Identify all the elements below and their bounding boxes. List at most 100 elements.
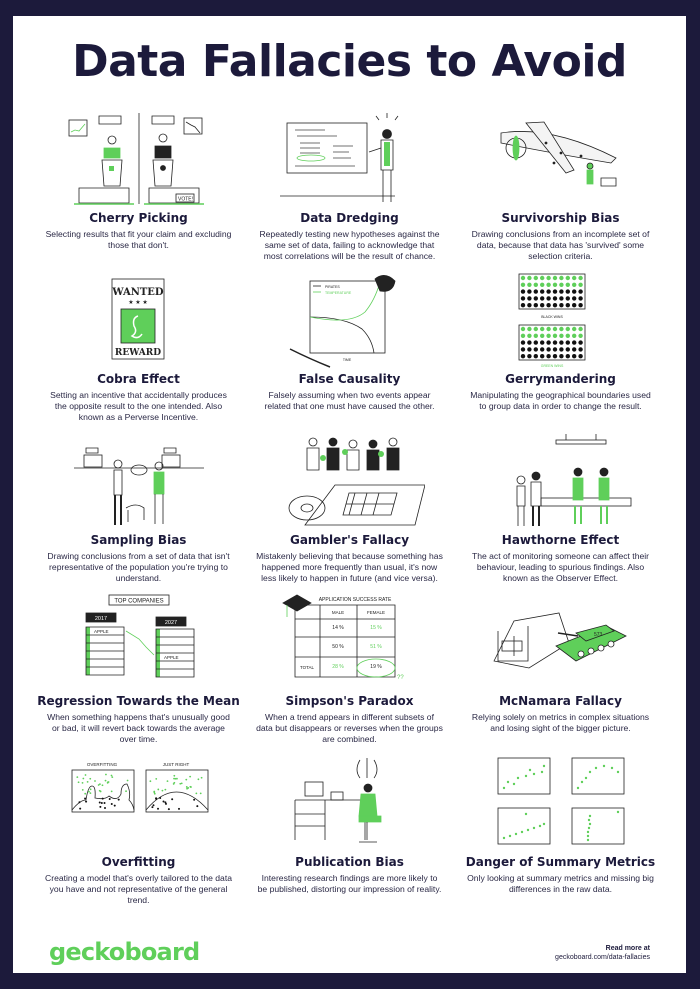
fallacy-title: Overfitting bbox=[101, 855, 176, 869]
male-subject1-rate: 14 % bbox=[332, 625, 344, 631]
district-dot bbox=[539, 340, 544, 345]
male-subject2-rate: 50 % bbox=[332, 644, 344, 650]
application-success-table-illustration: APPLICATION SUCCESS RATE MALE FEMALE TOT… bbox=[275, 591, 425, 691]
data-point bbox=[156, 788, 159, 791]
scatter-point bbox=[532, 826, 535, 830]
scatter-point bbox=[610, 766, 613, 770]
fallacy-card-hawthorne-effect: Hawthorne Effect The act of monitoring s… bbox=[455, 426, 666, 587]
data-point bbox=[101, 784, 103, 787]
district-dot bbox=[552, 296, 557, 301]
fallacy-description: Selecting results that fit your claim an… bbox=[45, 229, 232, 250]
data-point bbox=[184, 778, 187, 781]
district-dot bbox=[571, 326, 576, 332]
poster-frame: Data Fallacies to Avoid VOTE! Cherry Pic… bbox=[13, 16, 686, 973]
data-point bbox=[154, 797, 157, 800]
overfitting-label: OVERFITTING bbox=[86, 762, 117, 767]
data-point bbox=[83, 797, 86, 800]
data-point bbox=[194, 792, 197, 795]
scatter-point bbox=[542, 822, 545, 826]
district-dot bbox=[533, 333, 538, 338]
scatter-point bbox=[506, 780, 509, 784]
fallacy-title: Gambler's Fallacy bbox=[289, 533, 410, 547]
fallacy-description: When something happens that's unusually … bbox=[47, 712, 230, 744]
district-dot bbox=[571, 275, 576, 281]
scatter-point bbox=[528, 768, 531, 772]
total-row-label: TOTAL bbox=[299, 665, 314, 670]
fallacy-card-gerrymandering: BLACK WINS GREEN WINS Gerrymandering Man… bbox=[455, 265, 666, 426]
data-point bbox=[110, 802, 113, 805]
district-dot bbox=[565, 296, 570, 301]
fallacy-description: Falsely assuming when two events appear … bbox=[264, 390, 435, 411]
scatter-point bbox=[512, 782, 515, 786]
data-point bbox=[104, 773, 107, 776]
district-dot bbox=[539, 303, 544, 308]
data-point bbox=[81, 781, 83, 784]
district-dot bbox=[533, 326, 538, 332]
data-point bbox=[167, 808, 170, 811]
fallacy-description: Drawing conclusions from an incomplete s… bbox=[471, 229, 650, 261]
district-dot bbox=[526, 354, 532, 359]
scatter-point bbox=[616, 770, 619, 774]
fallacy-card-gamblers-fallacy: Gambler's Fallacy Mistakenly believing t… bbox=[244, 426, 455, 587]
apple-2017-label: APPLE bbox=[94, 629, 109, 634]
fallacy-title: Data Dredging bbox=[300, 211, 399, 225]
top-companies-ranking-illustration: TOP COMPANIES 2017 2027 APPLE APPLE bbox=[64, 591, 214, 691]
scatter-point bbox=[502, 836, 505, 840]
district-dot bbox=[565, 354, 570, 359]
scatter-point bbox=[524, 774, 527, 778]
scatter-point bbox=[588, 822, 591, 826]
data-point bbox=[100, 801, 103, 804]
data-point bbox=[88, 777, 91, 780]
fallacy-description: Relying solely on metrics in complex sit… bbox=[471, 712, 650, 733]
district-dot bbox=[520, 333, 525, 338]
data-point bbox=[75, 776, 78, 778]
data-point bbox=[126, 779, 128, 782]
data-point bbox=[106, 781, 109, 784]
data-point bbox=[89, 788, 91, 791]
data-point bbox=[186, 787, 189, 789]
district-dot bbox=[533, 282, 538, 287]
district-dot bbox=[526, 296, 532, 301]
geckoboard-logo[interactable]: geckoboard bbox=[49, 938, 200, 966]
female-total-rate: 19 % bbox=[370, 664, 382, 670]
fallacy-description: Setting an incentive that accidentally p… bbox=[50, 390, 227, 422]
data-point bbox=[148, 780, 151, 783]
district-dot bbox=[539, 333, 544, 338]
data-point bbox=[83, 792, 86, 795]
district-dot bbox=[558, 333, 564, 338]
district-dot bbox=[558, 289, 564, 294]
data-point bbox=[172, 774, 175, 777]
fallacy-description: Interesting research findings are more l… bbox=[257, 873, 442, 894]
district-dot bbox=[526, 340, 532, 345]
scatter-point bbox=[587, 818, 590, 822]
scatter-point bbox=[586, 830, 589, 834]
district-dot bbox=[545, 296, 551, 301]
scatter-point bbox=[538, 824, 541, 828]
fallacy-title: Hawthorne Effect bbox=[501, 533, 620, 547]
fallacy-card-simpsons-paradox: APPLICATION SUCCESS RATE MALE FEMALE TOT… bbox=[244, 587, 455, 748]
desk-researcher-illustration bbox=[275, 752, 425, 852]
district-dot bbox=[533, 289, 538, 294]
read-more[interactable]: Read more at geckoboard.com/data-fallaci… bbox=[555, 944, 650, 962]
scatter-point bbox=[542, 764, 545, 768]
scatter-point bbox=[540, 770, 543, 774]
fallacy-description: Creating a model that's overly tailored … bbox=[45, 873, 232, 905]
data-point bbox=[166, 780, 168, 783]
district-dot bbox=[565, 340, 570, 345]
scatter-point bbox=[520, 830, 523, 834]
data-point bbox=[163, 788, 166, 791]
district-dot bbox=[558, 347, 564, 352]
scatter-point bbox=[602, 764, 605, 768]
data-point bbox=[86, 780, 89, 783]
district-dot bbox=[577, 333, 583, 338]
read-more-link[interactable]: geckoboard.com/data-fallacies bbox=[555, 954, 650, 961]
data-point bbox=[98, 805, 101, 808]
temperature-legend: TEMPERATURE bbox=[325, 291, 352, 295]
wanted-text: WANTED bbox=[111, 287, 164, 298]
data-point bbox=[110, 774, 112, 777]
district-dot bbox=[558, 340, 564, 345]
district-dot bbox=[577, 326, 583, 332]
fallacy-title: Cobra Effect bbox=[97, 372, 180, 386]
female-subject2-rate: 51 % bbox=[370, 644, 382, 650]
fallacy-card-cherry-picking: VOTE! Cherry Picking Selecting results t… bbox=[33, 104, 244, 265]
